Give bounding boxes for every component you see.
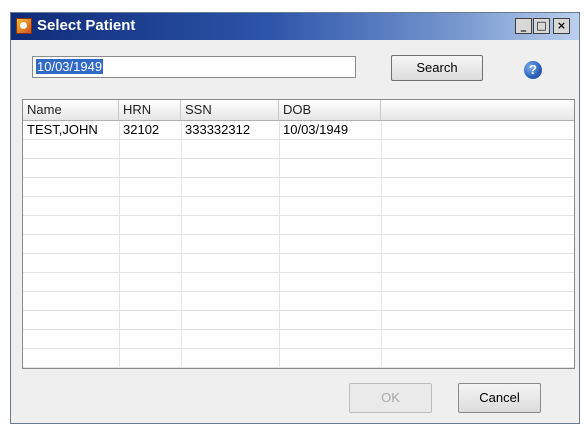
search-input[interactable]: 10/03/1949 (32, 56, 356, 78)
empty-row (23, 159, 574, 178)
title-bar[interactable]: Select Patient _ □ × (11, 13, 579, 40)
empty-row (23, 292, 574, 311)
empty-row (23, 311, 574, 330)
column-header-empty (381, 100, 574, 120)
column-header-ssn[interactable]: SSN (181, 100, 279, 120)
grid-header: Name HRN SSN DOB (23, 100, 574, 121)
cell-hrn: 32102 (123, 122, 160, 137)
cell-dob: 10/03/1949 (283, 122, 349, 137)
column-header-dob[interactable]: DOB (279, 100, 381, 120)
column-header-name[interactable]: Name (23, 100, 119, 120)
window-title: Select Patient (37, 17, 136, 34)
column-header-hrn[interactable]: HRN (119, 100, 181, 120)
empty-row (23, 330, 574, 349)
cancel-button[interactable]: Cancel (458, 383, 541, 413)
patient-app-icon (16, 18, 32, 34)
empty-row (23, 254, 574, 273)
empty-row (23, 197, 574, 216)
grid-rows: TEST,JOHN 32102 333332312 10/03/1949 (23, 121, 574, 368)
cell-name: TEST,JOHN (27, 122, 98, 137)
empty-row (23, 140, 574, 159)
empty-row (23, 178, 574, 197)
search-button[interactable]: Search (391, 55, 483, 81)
empty-row (23, 235, 574, 254)
table-row[interactable]: TEST,JOHN 32102 333332312 10/03/1949 (23, 121, 574, 140)
minimize-button[interactable]: _ (515, 18, 532, 34)
empty-row (23, 273, 574, 292)
patient-results-grid[interactable]: Name HRN SSN DOB TEST,JOHN 32102 3333323… (22, 99, 575, 369)
cell-ssn: 333332312 (185, 122, 251, 137)
cell-extra (381, 121, 574, 139)
select-patient-dialog: Select Patient _ □ × 10/03/1949 Search ?… (10, 12, 580, 424)
empty-row (23, 349, 574, 368)
search-input-value: 10/03/1949 (36, 59, 104, 74)
close-button[interactable]: × (553, 18, 570, 34)
ok-button[interactable]: OK (349, 383, 432, 413)
maximize-button[interactable]: □ (533, 18, 550, 34)
help-icon[interactable]: ? (524, 61, 542, 79)
empty-row (23, 216, 574, 235)
